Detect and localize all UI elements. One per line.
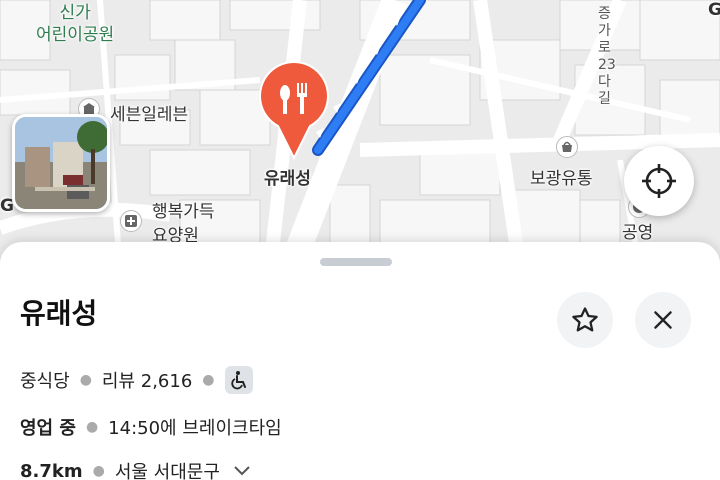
wheelchair-icon bbox=[224, 366, 253, 394]
address: 서울 서대문구 bbox=[114, 462, 220, 480]
separator-dot: ● bbox=[79, 372, 92, 388]
restaurant-fork-spoon-icon bbox=[259, 61, 329, 161]
edge-label-right: G bbox=[708, 0, 720, 20]
close-button[interactable] bbox=[635, 292, 691, 348]
poi-label-seven-eleven[interactable]: 세븐일레븐 bbox=[110, 100, 188, 125]
separator-dot: ● bbox=[92, 463, 105, 479]
chevron-down-icon[interactable] bbox=[232, 464, 252, 478]
info-row-location[interactable]: 8.7km ● 서울 서대문구 bbox=[20, 458, 252, 480]
poi-label-haengbok[interactable]: 행복가득 요양원 bbox=[152, 200, 215, 248]
sheet-drag-handle[interactable] bbox=[320, 258, 392, 266]
distance: 8.7km bbox=[20, 460, 83, 480]
separator-dot: ● bbox=[202, 372, 215, 388]
place-name: 유래성 bbox=[20, 297, 98, 330]
current-location-button[interactable] bbox=[624, 146, 694, 216]
category-label: 중식당 bbox=[20, 371, 70, 392]
info-row-category: 중식당 ● 리뷰 2,616 ● bbox=[20, 366, 253, 394]
place-detail-sheet[interactable]: 유래성 중식당 ● 리뷰 2,616 ● 영업 중 ● 14:50에 브레이크타… bbox=[0, 242, 720, 480]
break-time-text: 14:50에 브레이크타임 bbox=[108, 418, 282, 439]
hospital-icon[interactable] bbox=[120, 210, 142, 232]
close-icon bbox=[654, 311, 672, 329]
street-label: 증가로23다길 bbox=[598, 6, 616, 107]
map-view[interactable]: 신가 어린이공원 G G 세븐일레븐 행복가득 요양원 보광유통 공영 증가로2… bbox=[0, 0, 720, 270]
poi-label-gongyeong[interactable]: 공영 bbox=[622, 218, 653, 243]
star-icon bbox=[572, 307, 598, 332]
open-status: 영업 중 bbox=[20, 418, 76, 439]
favorite-button[interactable] bbox=[557, 292, 613, 348]
store-icon[interactable] bbox=[556, 136, 578, 158]
poi-label-bogwang[interactable]: 보광유통 bbox=[530, 164, 593, 189]
crosshair-icon bbox=[642, 164, 676, 198]
street-view-thumbnail[interactable] bbox=[12, 114, 110, 212]
review-count[interactable]: 리뷰 2,616 bbox=[102, 367, 192, 393]
park-label[interactable]: 신가 어린이공원 bbox=[36, 2, 114, 46]
separator-dot: ● bbox=[85, 419, 99, 435]
restaurant-pin[interactable]: 유래성 bbox=[256, 60, 332, 189]
info-row-hours: 영업 중 ● 14:50에 브레이크타임 bbox=[20, 414, 282, 440]
pin-label: 유래성 bbox=[264, 169, 311, 189]
